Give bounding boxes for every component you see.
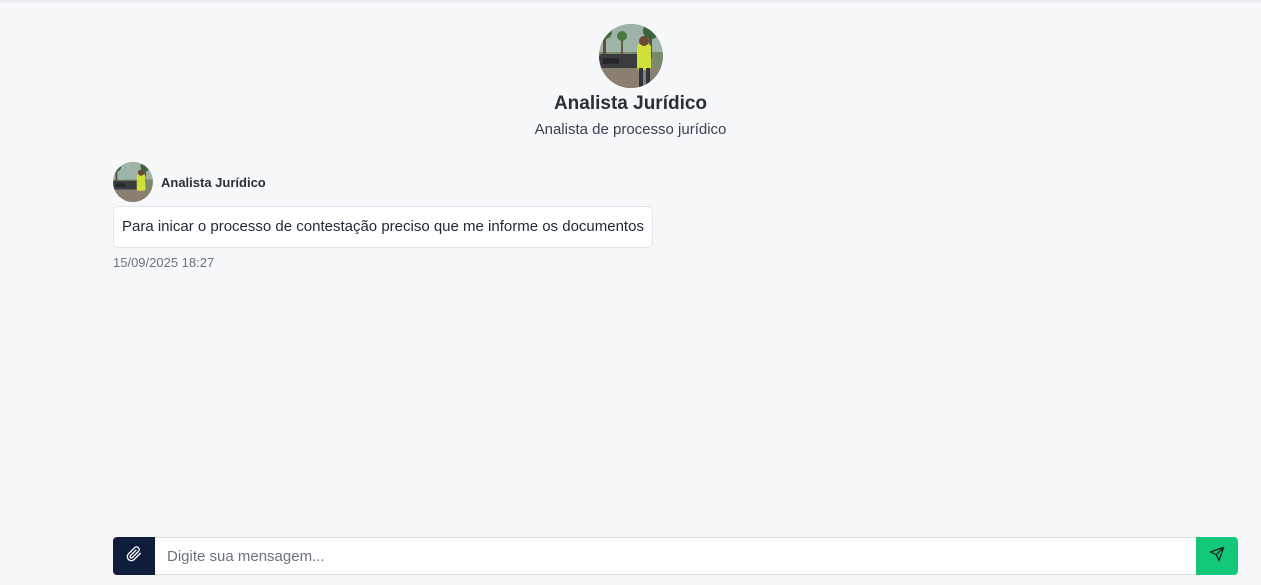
message-input[interactable] (155, 537, 1196, 575)
message-bubble: Para inicar o processo de contestação pr… (113, 206, 653, 248)
sender-avatar (113, 162, 153, 202)
send-button[interactable] (1196, 537, 1238, 575)
top-shadow (0, 0, 1261, 4)
paperclip-icon (126, 545, 142, 567)
agent-name: Analista Jurídico (553, 93, 708, 114)
send-icon (1209, 546, 1225, 567)
message-timestamp: 15/09/2025 18:27 (113, 255, 215, 270)
agent-role: Analista de processo jurídico (534, 121, 727, 138)
chat-header: Analista Jurídico Analista de processo j… (0, 24, 1261, 140)
message-composer (113, 537, 1238, 575)
agent-avatar (598, 24, 663, 88)
message-item: Analista Jurídico Para inicar o processo… (113, 162, 653, 270)
message-sender-row: Analista Jurídico (113, 162, 653, 202)
message-sender-name: Analista Jurídico (161, 174, 266, 190)
attach-button[interactable] (113, 537, 155, 575)
